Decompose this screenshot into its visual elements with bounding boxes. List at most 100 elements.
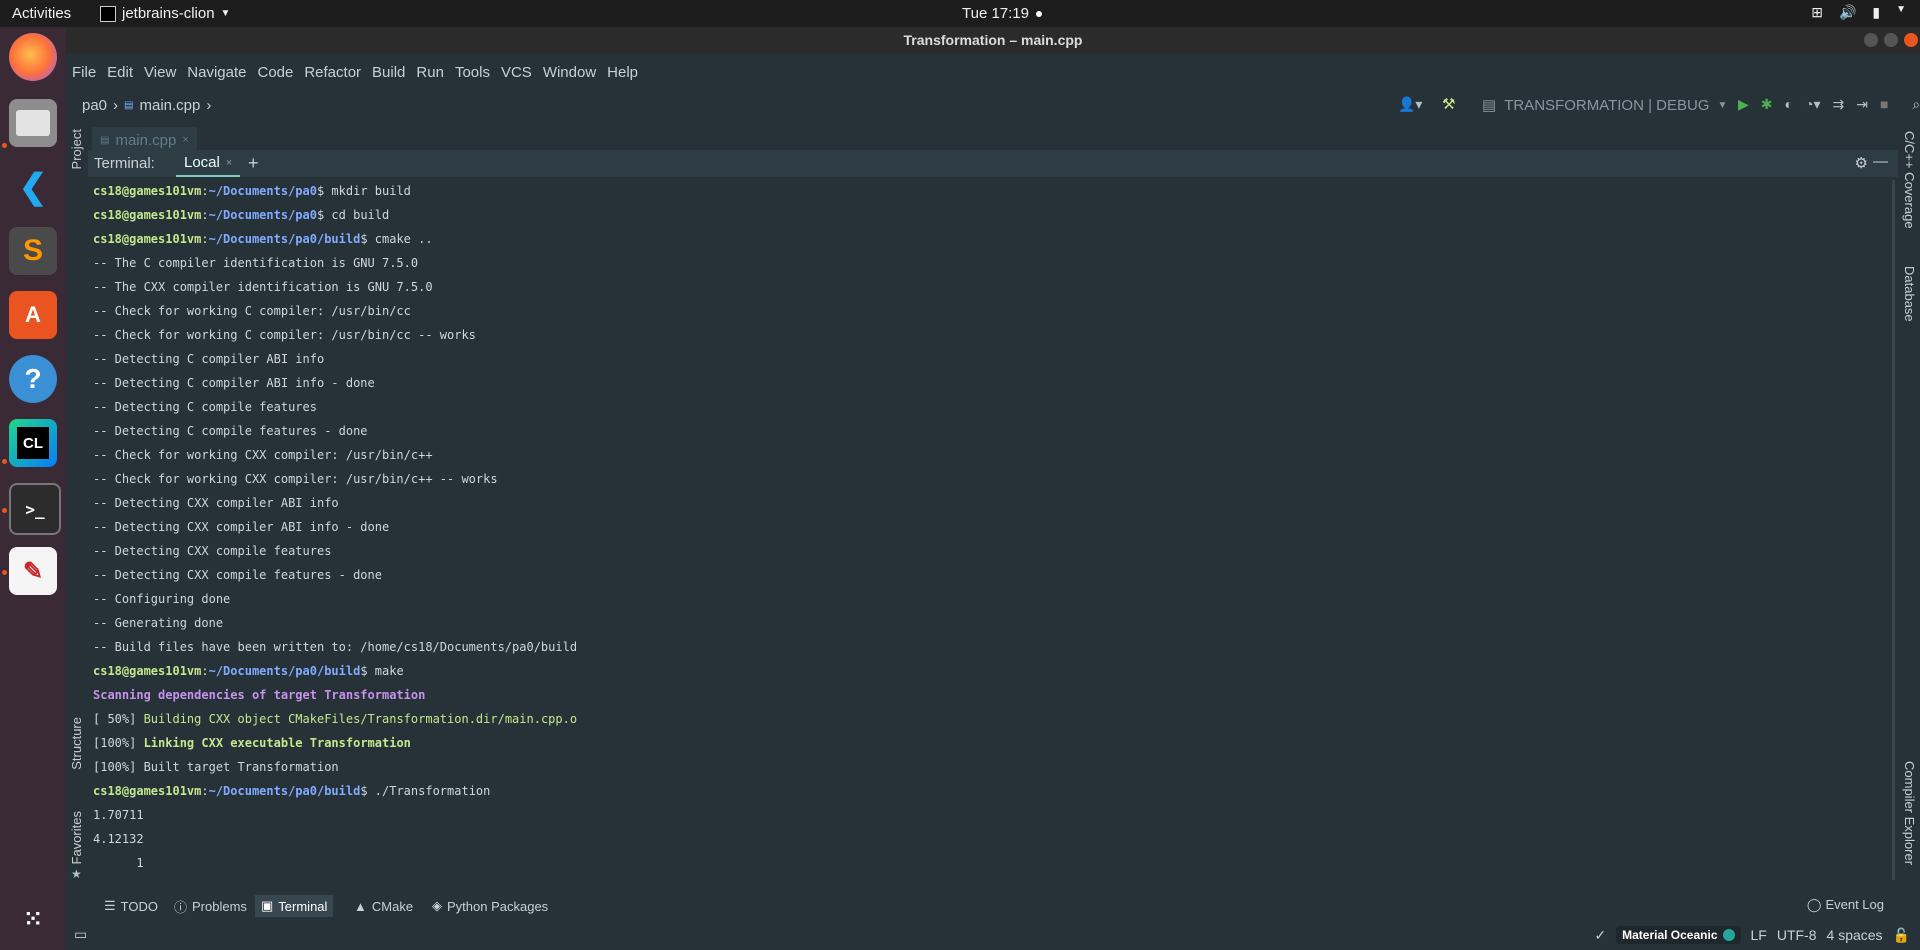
toggle-panels-icon[interactable]: ▭ — [74, 926, 87, 943]
prompt-user: cs18@games101vm — [93, 784, 202, 798]
battery-icon: ▮ — [1872, 4, 1881, 20]
activities-button[interactable]: Activities — [12, 5, 71, 22]
menu-navigate[interactable]: Navigate — [187, 64, 246, 81]
tab-cmake[interactable]: ▲ CMake — [348, 895, 419, 917]
status-bar: ▭ ✓ Material Oceanic LF UTF-8 4 spaces 🔓 — [66, 919, 1920, 950]
debug-icon[interactable]: ✱ — [1761, 96, 1773, 113]
compiler-explorer-panel-toggle[interactable]: Compiler Explorer — [1902, 761, 1917, 865]
project-panel-label: Project — [69, 129, 84, 170]
terminal-line: cs18@games101vm:~/Documents/pa0$ cd buil… — [88, 203, 1888, 227]
terminal-text: -- The C compiler identification is GNU … — [93, 256, 419, 270]
terminal-line: [100%] Linking CXX executable Transforma… — [88, 731, 1888, 755]
prompt-command: $ cd build — [316, 208, 390, 222]
menu-window[interactable]: Window — [543, 64, 596, 81]
files-icon[interactable] — [9, 99, 57, 147]
attach-icon[interactable]: ⇉ — [1832, 96, 1844, 113]
menu-edit[interactable]: Edit — [107, 64, 133, 81]
run-icon[interactable]: ▶ — [1738, 96, 1749, 113]
dock: ❮ S A ? CL >_ ✎ ⁙ — [0, 27, 66, 950]
software-center-icon[interactable]: A — [9, 291, 57, 339]
menu-view[interactable]: View — [144, 64, 176, 81]
maximize-button[interactable] — [1884, 33, 1898, 47]
user-icon[interactable]: 👤▾ — [1398, 96, 1422, 113]
menu-tools[interactable]: Tools — [455, 64, 490, 81]
breadcrumb-file[interactable]: main.cpp — [139, 97, 200, 114]
event-log-button[interactable]: ◯ Event Log — [1807, 897, 1884, 913]
profile-icon[interactable]: ◔▾ — [1805, 96, 1820, 113]
menu-run[interactable]: Run — [416, 64, 444, 81]
text-editor-icon[interactable]: ✎ — [9, 547, 57, 595]
run-configuration-selector[interactable]: ▤ TRANSFORMATION | DEBUG ▼ — [1472, 92, 1737, 118]
close-button[interactable] — [1904, 33, 1918, 47]
terminal-icon: ▣ — [261, 898, 274, 913]
menu-code[interactable]: Code — [257, 64, 293, 81]
minimize-button[interactable] — [1864, 33, 1878, 47]
theme-indicator[interactable]: Material Oceanic — [1616, 926, 1741, 944]
terminal-scrollbar[interactable] — [1892, 180, 1895, 880]
run-configuration-label: TRANSFORMATION | DEBUG — [1504, 96, 1710, 114]
terminal-text: -- Detecting CXX compiler ABI info — [93, 496, 339, 510]
search-icon[interactable]: ⌕ — [1912, 96, 1920, 113]
show-applications-icon[interactable]: ⁙ — [9, 895, 57, 943]
terminal-tab-label: Local — [184, 154, 220, 171]
running-indicator — [2, 143, 7, 148]
menu-help[interactable]: Help — [607, 64, 638, 81]
terminal-line: -- Check for working CXX compiler: /usr/… — [88, 467, 1888, 491]
firefox-icon[interactable] — [9, 33, 57, 81]
terminal-output[interactable]: cs18@games101vm:~/Documents/pa0$ mkdir b… — [88, 179, 1888, 879]
project-panel-toggle[interactable]: Project — [69, 129, 84, 169]
indent-setting[interactable]: 4 spaces — [1827, 927, 1883, 943]
terminal-line: -- Detecting C compile features — [88, 395, 1888, 419]
right-tool-strip: C/C++ Coverage Database Compiler Explore… — [1898, 121, 1920, 921]
tab-todo[interactable]: ☰ TODO — [98, 895, 164, 917]
app-menu[interactable]: jetbrains-clion ▼ — [100, 5, 230, 22]
system-tray[interactable]: ⊞ 🔊 ▮ ▼ — [1811, 4, 1906, 21]
vscode-icon[interactable]: ❮ — [9, 163, 57, 211]
star-icon: ★ — [71, 867, 82, 881]
terminal-line: [ 50%] Building CXX object CMakeFiles/Tr… — [88, 707, 1888, 731]
clock-label: Tue 17:19 — [962, 5, 1029, 22]
tab-terminal[interactable]: ▣ Terminal — [255, 895, 334, 917]
terminal-icon[interactable]: >_ — [9, 483, 61, 535]
tab-problems[interactable]: ⓘ Problems — [168, 895, 253, 917]
terminal-text: -- Check for working CXX compiler: /usr/… — [93, 472, 498, 486]
file-encoding[interactable]: UTF-8 — [1777, 927, 1817, 943]
database-panel-toggle[interactable]: Database — [1902, 266, 1917, 322]
prompt-separator: : — [201, 184, 209, 198]
close-icon[interactable]: × — [182, 134, 188, 146]
check-icon[interactable]: ✓ — [1594, 927, 1606, 944]
coverage-panel-toggle[interactable]: C/C++ Coverage — [1902, 131, 1917, 229]
terminal-text: -- Detecting C compiler ABI info — [93, 352, 325, 366]
structure-panel-toggle[interactable]: Structure — [69, 717, 84, 770]
build-hammer-icon[interactable]: ⚒ — [1442, 95, 1455, 113]
menu-build[interactable]: Build — [372, 64, 405, 81]
lock-icon[interactable]: 🔓 — [1893, 927, 1910, 944]
breadcrumb-project[interactable]: pa0 — [82, 97, 107, 114]
menu-vcs[interactable]: VCS — [501, 64, 532, 81]
line-separator[interactable]: LF — [1751, 927, 1767, 943]
clion-icon[interactable]: CL — [9, 419, 57, 467]
resume-icon[interactable]: ⇥ — [1856, 96, 1868, 113]
hide-panel-button[interactable]: — — [1873, 153, 1888, 170]
terminal-tab-local[interactable]: Local × — [176, 150, 241, 177]
menu-file[interactable]: File — [72, 64, 96, 81]
terminal-line: -- Generating done — [88, 611, 1888, 635]
sublime-text-icon[interactable]: S — [9, 227, 57, 275]
new-terminal-tab-button[interactable]: + — [248, 153, 259, 174]
terminal-line: -- Check for working CXX compiler: /usr/… — [88, 443, 1888, 467]
compiler-explorer-panel-label: Compiler Explorer — [1902, 761, 1917, 866]
terminal-text: Scanning dependencies of target Transfor… — [93, 688, 426, 702]
menu-refactor[interactable]: Refactor — [304, 64, 361, 81]
run-toolbar: ▶ ✱ ◐ ◔▾ ⇉ ⇥ ■ ⌕ ⚙ — [1738, 96, 1920, 113]
terminal-line: Scanning dependencies of target Transfor… — [88, 683, 1888, 707]
close-icon[interactable]: × — [226, 157, 232, 169]
tab-python-packages[interactable]: ◈ Python Packages — [426, 895, 554, 917]
clock[interactable]: Tue 17:19 — [962, 5, 1043, 22]
terminal-text: -- Configuring done — [93, 592, 231, 606]
favorites-panel-toggle[interactable]: Favorites — [69, 811, 84, 864]
terminal-text: -- Detecting C compile features — [93, 400, 317, 414]
coverage-icon[interactable]: ◐ — [1785, 96, 1793, 113]
gear-icon[interactable]: ⚙ — [1855, 154, 1868, 172]
help-icon[interactable]: ? — [9, 355, 57, 403]
stop-icon[interactable]: ■ — [1880, 96, 1888, 113]
